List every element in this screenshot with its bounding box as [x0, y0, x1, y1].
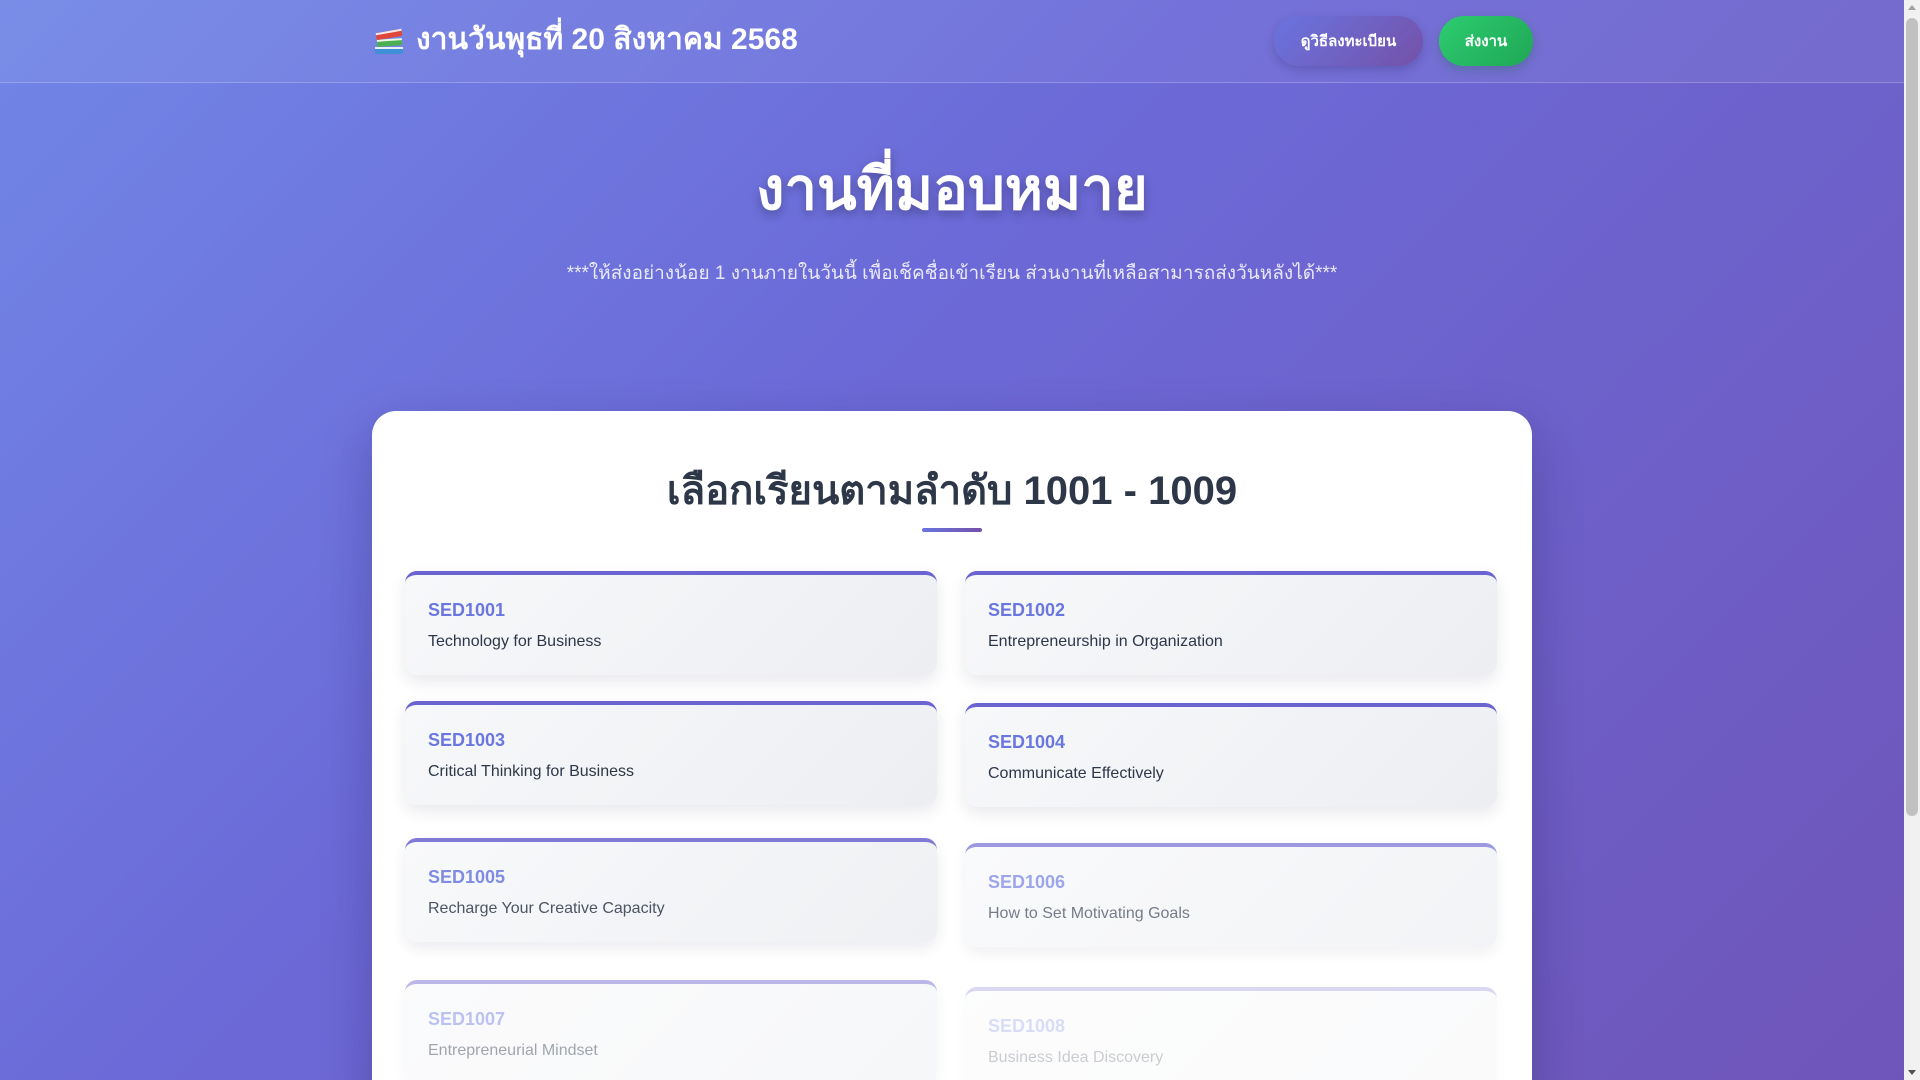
- course-card-sed1002[interactable]: SED1002 Entrepreneurship in Organization: [965, 571, 1497, 675]
- vertical-scrollbar[interactable]: [1904, 0, 1920, 1080]
- course-name: Critical Thinking for Business: [428, 763, 635, 780]
- course-name: Communicate Effectively: [988, 765, 1164, 782]
- scroll-up-arrow-icon[interactable]: [1908, 5, 1916, 10]
- course-card-sed1004[interactable]: SED1004 Communicate Effectively: [965, 703, 1497, 807]
- course-name: Technology for Business: [428, 633, 602, 650]
- course-card-sed1003[interactable]: SED1003 Critical Thinking for Business: [405, 701, 937, 805]
- page: งานวันพุธที่ 20 สิงหาคม 2568 ดูวิธีลงทะเ…: [0, 0, 1904, 1080]
- course-card-sed1008[interactable]: SED1008 Business Idea Discovery: [965, 987, 1497, 1080]
- hero-note: ***ให้ส่งอย่างน้อย 1 งานภายในวันนี้ เพื่…: [566, 263, 1338, 284]
- title-underline: [922, 528, 982, 532]
- panel-title: เลือกเรียนตามลำดับ 1001 - 1009: [666, 469, 1238, 513]
- scrollbar-thumb[interactable]: [1906, 18, 1918, 816]
- books-icon: [372, 23, 406, 57]
- course-card-sed1007[interactable]: SED1007 Entrepreneurial Mindset: [405, 980, 937, 1080]
- course-code: SED1004: [988, 732, 1066, 752]
- register-guide-button[interactable]: ดูวิธีลงทะเบียน: [1274, 16, 1423, 66]
- course-code: SED1006: [988, 872, 1066, 892]
- course-code: SED1008: [988, 1016, 1066, 1036]
- course-panel: เลือกเรียนตามลำดับ 1001 - 1009 SED1001 T…: [372, 411, 1532, 1080]
- course-code: SED1001: [428, 600, 506, 620]
- course-name: Entrepreneurial Mindset: [428, 1042, 598, 1059]
- page-title: งานวันพุธที่ 20 สิงหาคม 2568: [416, 23, 798, 56]
- course-name: Entrepreneurship in Organization: [988, 633, 1223, 650]
- submit-work-button[interactable]: ส่งงาน: [1439, 16, 1533, 66]
- course-card-sed1006[interactable]: SED1006 How to Set Motivating Goals: [965, 843, 1497, 947]
- top-header: งานวันพุธที่ 20 สิงหาคม 2568 ดูวิธีลงทะเ…: [0, 0, 1904, 83]
- course-code: SED1005: [428, 867, 506, 887]
- course-card-sed1005[interactable]: SED1005 Recharge Your Creative Capacity: [405, 838, 937, 942]
- course-name: Recharge Your Creative Capacity: [428, 900, 665, 917]
- hero-title: งานที่มอบหมาย: [756, 157, 1148, 222]
- scroll-down-arrow-icon[interactable]: [1908, 1070, 1916, 1075]
- brand: งานวันพุธที่ 20 สิงหาคม 2568: [372, 20, 798, 60]
- course-code: SED1003: [428, 730, 506, 750]
- course-name: Business Idea Discovery: [988, 1049, 1164, 1066]
- course-card-sed1001[interactable]: SED1001 Technology for Business: [405, 571, 937, 675]
- course-code: SED1007: [428, 1009, 506, 1029]
- course-name: How to Set Motivating Goals: [988, 905, 1190, 922]
- course-code: SED1002: [988, 600, 1066, 620]
